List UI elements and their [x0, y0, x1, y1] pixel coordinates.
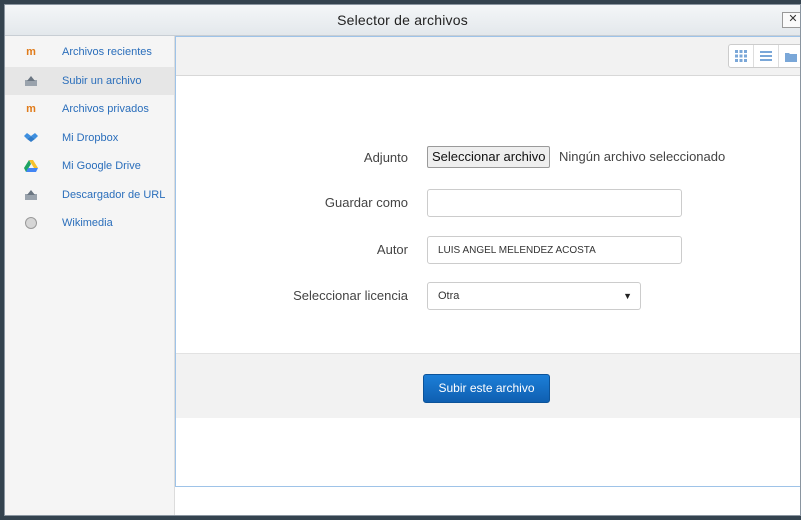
save-as-row: Guardar como: [176, 187, 800, 217]
sidebar-item-recent-files[interactable]: m Archivos recientes: [5, 38, 174, 66]
action-bar: Subir este archivo: [176, 353, 800, 418]
license-selected-value: Otra: [438, 290, 460, 302]
attachment-row: Adjunto Seleccionar archivo Ningún archi…: [176, 142, 800, 172]
license-row: Seleccionar licencia Otra ▼: [176, 280, 800, 310]
list-icon: [760, 51, 772, 61]
sidebar-item-label: Descargador de URL: [62, 189, 166, 201]
folder-icon: [785, 52, 797, 62]
sidebar-item-upload[interactable]: Subir un archivo: [5, 67, 174, 95]
author-label: Autor: [376, 242, 408, 257]
sidebar-item-wikimedia[interactable]: Wikimedia: [5, 209, 174, 237]
sidebar-item-label: Mi Google Drive: [62, 160, 141, 172]
google-drive-icon: [24, 160, 38, 172]
sidebar-item-label: Archivos privados: [62, 103, 149, 115]
sidebar-item-label: Mi Dropbox: [62, 132, 119, 144]
choose-file-button[interactable]: Seleccionar archivo: [427, 146, 551, 168]
wikimedia-icon: [24, 217, 38, 229]
upload-file-button[interactable]: Subir este archivo: [423, 374, 550, 403]
sidebar-item-dropbox[interactable]: Mi Dropbox: [5, 124, 174, 152]
license-label: Seleccionar licencia: [293, 288, 408, 303]
file-status: Ningún archivo seleccionado: [559, 149, 726, 164]
moodle-icon: m: [26, 103, 36, 115]
view-mode-group: [728, 44, 800, 68]
save-as-input[interactable]: [427, 189, 682, 217]
grid-icon: [735, 50, 747, 62]
icon-view-button[interactable]: [729, 45, 754, 67]
sidebar-item-google-drive[interactable]: Mi Google Drive: [5, 152, 174, 180]
author-row: Autor: [176, 234, 800, 264]
file-picker-dialog: Selector de archivos ✕ m Archivos recien…: [4, 4, 801, 516]
upload-icon: [24, 75, 38, 87]
upload-panel: Adjunto Seleccionar archivo Ningún archi…: [175, 36, 800, 487]
author-input[interactable]: [427, 236, 682, 264]
close-button[interactable]: ✕: [782, 12, 800, 28]
attachment-label: Adjunto: [363, 150, 408, 165]
sidebar-item-label: Archivos recientes: [62, 46, 152, 58]
dropdown-arrow-icon: ▼: [623, 291, 632, 301]
sidebar-item-label: Subir un archivo: [62, 75, 142, 87]
moodle-icon: m: [26, 46, 36, 58]
dialog-bottom-area: [175, 487, 800, 515]
license-select[interactable]: Otra ▼: [427, 282, 641, 310]
dialog-title: Selector de archivos: [337, 12, 468, 28]
list-view-button[interactable]: [754, 45, 779, 67]
repository-sidebar: m Archivos recientes Subir un archivo m …: [5, 36, 175, 515]
dropbox-icon: [24, 132, 38, 144]
sidebar-item-label: Wikimedia: [62, 217, 113, 229]
tree-view-button[interactable]: [779, 45, 800, 67]
url-downloader-icon: [24, 189, 38, 201]
save-as-label: Guardar como: [324, 195, 408, 210]
sidebar-item-private-files[interactable]: m Archivos privados: [5, 95, 174, 123]
view-toolbar: [176, 37, 800, 76]
sidebar-item-url-downloader[interactable]: Descargador de URL: [5, 181, 174, 209]
dialog-titlebar: Selector de archivos ✕: [5, 5, 800, 36]
